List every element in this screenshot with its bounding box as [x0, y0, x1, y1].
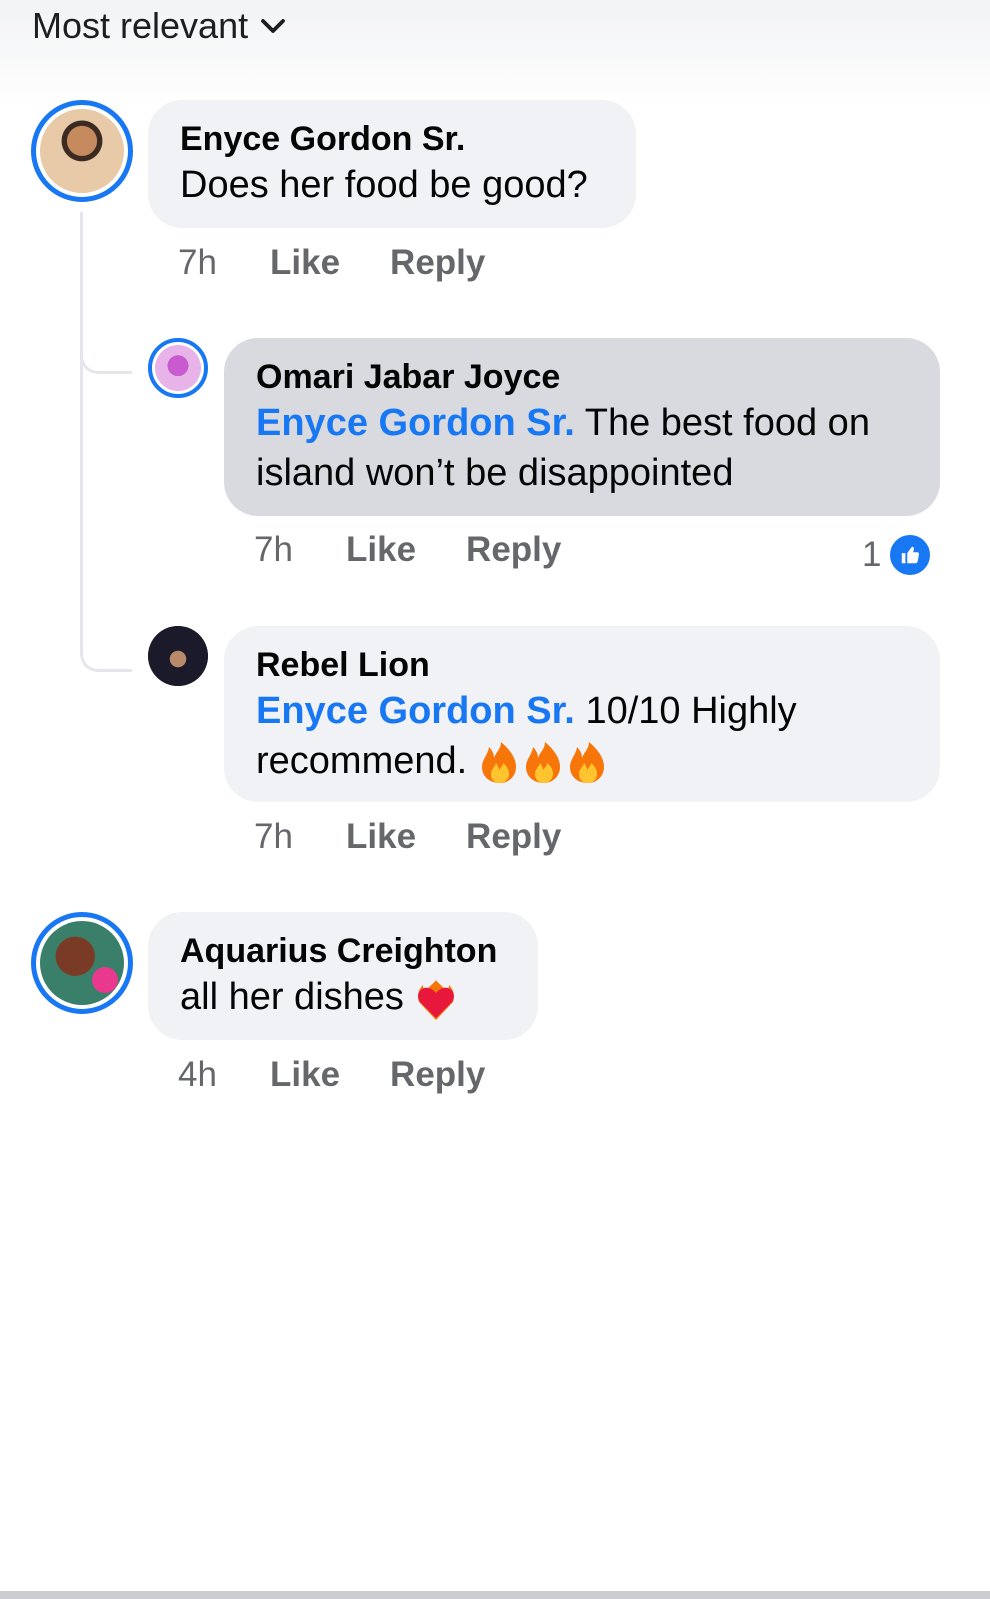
- comment-actions: 7h Like Reply: [254, 817, 611, 857]
- avatar-photo: [40, 109, 124, 193]
- reply-button[interactable]: Reply: [390, 243, 485, 283]
- comment-actions: 4h Like Reply: [178, 1055, 535, 1095]
- comment-timestamp[interactable]: 4h: [178, 1055, 270, 1095]
- reply-button[interactable]: Reply: [390, 1055, 485, 1095]
- chevron-down-icon: [261, 19, 285, 33]
- like-button[interactable]: Like: [270, 1055, 340, 1095]
- avatar[interactable]: [31, 100, 133, 202]
- like-button[interactable]: Like: [270, 243, 340, 283]
- comment-actions: 7h Like Reply: [254, 530, 611, 570]
- mention-link[interactable]: Enyce Gordon Sr.: [256, 690, 575, 732]
- heart-on-fire-emoji: [418, 979, 455, 1020]
- thumbs-up-icon: [887, 532, 934, 578]
- comment-author[interactable]: Enyce Gordon Sr.: [180, 118, 604, 160]
- comment-bubble: Rebel Lion Enyce Gordon Sr. 10/10 Highly…: [224, 626, 940, 802]
- reply-button[interactable]: Reply: [466, 530, 561, 570]
- comment-text: Does her food be good?: [180, 164, 588, 206]
- reaction-count: 1: [862, 535, 882, 574]
- comment-text: Enyce Gordon Sr. The best food on island…: [256, 398, 908, 498]
- comment-timestamp[interactable]: 7h: [254, 530, 346, 570]
- comment-bubble: Aquarius Creighton all her dishes: [148, 912, 538, 1040]
- comment-body: all her dishes: [180, 976, 404, 1018]
- avatar[interactable]: [31, 912, 133, 1014]
- comment-text: Enyce Gordon Sr. 10/10 Highly recommend.: [256, 686, 908, 786]
- avatar-photo: [148, 626, 208, 686]
- avatar-photo: [40, 921, 124, 1005]
- reply-thread-branch: [80, 346, 132, 374]
- like-button[interactable]: Like: [346, 817, 416, 857]
- comment-timestamp[interactable]: 7h: [254, 817, 346, 857]
- comment-bubble: Omari Jabar Joyce Enyce Gordon Sr. The b…: [224, 338, 940, 516]
- comment-text: all her dishes: [180, 972, 506, 1022]
- bottom-divider: [0, 1591, 990, 1599]
- comment-bubble: Enyce Gordon Sr. Does her food be good?: [148, 100, 636, 228]
- comment-actions: 7h Like Reply: [178, 243, 535, 283]
- mention-link[interactable]: Enyce Gordon Sr.: [256, 402, 575, 444]
- reply-thread-line: [80, 212, 132, 672]
- comment-author[interactable]: Rebel Lion: [256, 644, 908, 686]
- comment-author[interactable]: Omari Jabar Joyce: [256, 356, 908, 398]
- avatar-photo: [155, 345, 201, 391]
- comment-author[interactable]: Aquarius Creighton: [180, 930, 506, 972]
- avatar-badge: [92, 967, 118, 993]
- fire-emoji: [481, 741, 604, 783]
- comment-timestamp[interactable]: 7h: [178, 243, 270, 283]
- sort-label: Most relevant: [32, 5, 249, 46]
- avatar[interactable]: [148, 338, 208, 398]
- sort-dropdown[interactable]: Most relevant: [32, 4, 288, 48]
- reaction-summary[interactable]: 1: [862, 532, 934, 578]
- reply-button[interactable]: Reply: [466, 817, 561, 857]
- like-button[interactable]: Like: [346, 530, 416, 570]
- avatar[interactable]: [148, 626, 208, 686]
